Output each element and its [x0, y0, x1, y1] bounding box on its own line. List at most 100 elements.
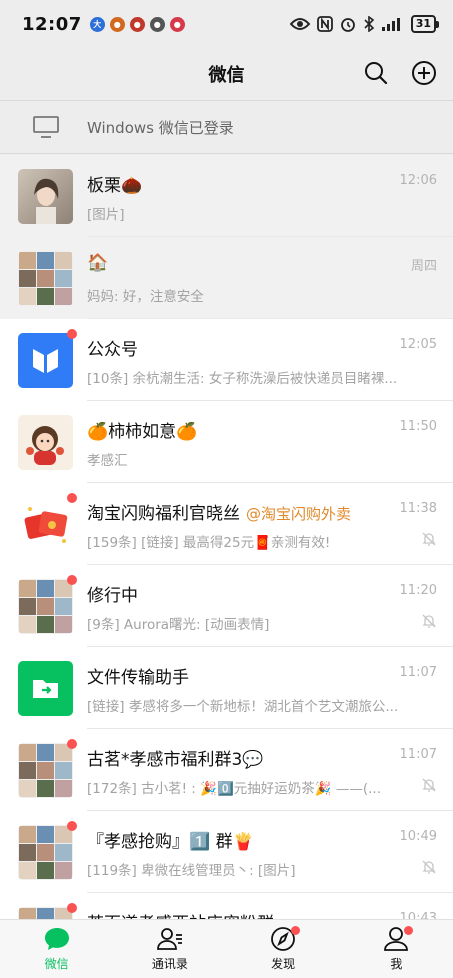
mute-bell-icon: [421, 777, 437, 797]
chat-list-item[interactable]: 公众号 [10条] 余杭潮生活: 女子称洗澡后被快递员目睹裸... 12:05: [0, 319, 453, 401]
chat-body: 『孝感抢购』1️⃣ 群🍟 [119条] 卑微在线管理员丶: [图片] 10:49: [87, 811, 453, 893]
status-indicators: 31: [289, 15, 439, 33]
chat-list-item[interactable]: 修行中 [9条] Aurora曙光: [动画表情] 11:20: [0, 565, 453, 647]
windows-login-text: Windows 微信已登录: [87, 118, 234, 137]
chat-avatar-wrap: [18, 492, 77, 552]
nav-label: 微信: [44, 957, 69, 971]
nav-tab-contacts[interactable]: 通讯录: [113, 920, 226, 978]
chat-list-item[interactable]: 茶百道孝感西站店宠粉群 10:43: [0, 893, 453, 919]
chat-last-message: 妈妈: 好，注意安全: [87, 289, 204, 305]
avatar-photo-portrait: [18, 168, 73, 224]
mute-bell-icon: [421, 613, 437, 633]
add-icon[interactable]: [411, 60, 437, 86]
search-icon[interactable]: [363, 60, 389, 86]
chat-list-item[interactable]: 淘宝闪购福利官晓丝 @淘宝闪购外卖 [159条] [链接] 最高得25元🧧亲测有效!…: [0, 483, 453, 565]
chat-time: 11:07: [399, 747, 437, 762]
unread-dot: [67, 738, 77, 749]
chat-list-item[interactable]: 古茗*孝感市福利群3💬 [172条] 古小茗! : 🎉0️⃣元抽好运奶茶🎉 ——(…: [0, 729, 453, 811]
chat-name-suffix: @淘宝闪购外卖: [246, 505, 352, 523]
nav-label: 发现: [271, 957, 296, 971]
avatar-group-grid: [18, 578, 73, 634]
chat-list-item[interactable]: 🏠 妈妈: 好，注意安全 周四: [0, 237, 453, 319]
chat-last-message: [图片]: [87, 207, 125, 223]
mute-bell-icon: [421, 859, 437, 879]
chat-list-item[interactable]: 🍊柿柿如意🍊 孝感汇 11:50: [0, 401, 453, 483]
chat-name: 🏠: [87, 253, 108, 273]
windows-login-bar[interactable]: Windows 微信已登录: [0, 100, 453, 154]
chat-body: 🏠 妈妈: 好，注意安全 周四: [87, 237, 453, 319]
chat-name: 『孝感抢购』1️⃣ 群🍟: [87, 827, 254, 852]
nav-badge-dot: [404, 926, 414, 935]
chat-list-item[interactable]: 文件传输助手 [链接] 孝感将多一个新地标！湖北首个艺文潮旅公... 11:07: [0, 647, 453, 729]
chat-time: 11:07: [399, 665, 437, 680]
nav-label: 我: [390, 957, 403, 971]
chat-name: 淘宝闪购福利官晓丝 @淘宝闪购外卖: [87, 499, 351, 524]
avatar-cartoon-girl: [18, 414, 73, 470]
app-header: 微信: [0, 48, 453, 100]
chat-last-message: [9条] Aurora曙光: [动画表情]: [87, 617, 270, 633]
chat-name-text: 『孝感抢购』1️⃣ 群🍟: [87, 832, 254, 852]
alarm-icon: [340, 18, 355, 32]
mute-bell-icon: [421, 531, 437, 551]
chat-avatar-wrap: [18, 820, 77, 880]
chat-time: 12:06: [399, 173, 437, 188]
app-icon-e: ●: [169, 16, 185, 32]
contacts-icon: [156, 926, 184, 952]
page-title: 微信: [208, 65, 245, 86]
status-time: 12:07: [22, 13, 82, 35]
chat-list-item[interactable]: 板栗🌰 [图片] 12:06: [0, 155, 453, 237]
nav-tab-me[interactable]: 我: [340, 920, 453, 978]
chat-last-message: [链接] 孝感将多一个新地标！湖北首个艺文潮旅公...: [87, 699, 399, 715]
app-icon-b: ●: [109, 16, 125, 32]
unread-dot: [67, 820, 77, 831]
wechat-screen: 12:07 大 ● ● ● ● 31 微信 Windows 微信已登录 板栗🌰 [图片] 1…: [0, 0, 453, 978]
chat-name: 古茗*孝感市福利群3💬: [87, 745, 263, 770]
chat-avatar-wrap: [18, 574, 77, 634]
chat-time: 10:43: [399, 911, 437, 919]
app-icon-a: 大: [89, 16, 105, 32]
chat-name: 茶百道孝感西站店宠粉群: [87, 909, 274, 919]
chat-body: 文件传输助手 [链接] 孝感将多一个新地标！湖北首个艺文潮旅公... 11:07: [87, 647, 453, 729]
chat-time: 11:38: [399, 501, 437, 516]
signal-icon: [381, 18, 400, 31]
chat-name-text: 公众号: [87, 340, 138, 360]
chat-name-text: 🏠: [87, 253, 109, 273]
avatar-file-transfer: [18, 660, 73, 716]
chat-body: 修行中 [9条] Aurora曙光: [动画表情] 11:20: [87, 565, 453, 647]
chat-body: 古茗*孝感市福利群3💬 [172条] 古小茗! : 🎉0️⃣元抽好运奶茶🎉 ——(…: [87, 729, 453, 811]
chat-avatar-wrap: [18, 738, 77, 798]
chat-name: 文件传输助手: [87, 663, 189, 688]
chat-list-item[interactable]: 『孝感抢购』1️⃣ 群🍟 [119条] 卑微在线管理员丶: [图片] 10:49: [0, 811, 453, 893]
chat-avatar-wrap: [18, 414, 73, 470]
chat-last-message: [10条] 余杭潮生活: 女子称洗澡后被快递员目睹裸...: [87, 371, 398, 387]
app-icon-d: ●: [149, 16, 165, 32]
avatar-group-grid: [18, 250, 73, 306]
chat-avatar-wrap: [18, 660, 73, 716]
avatar-group-grid: [18, 742, 73, 798]
status-app-icons: 大 ● ● ● ●: [89, 16, 185, 32]
nfc-icon: [316, 16, 333, 32]
chat-body: 🍊柿柿如意🍊 孝感汇 11:50: [87, 401, 453, 483]
nav-tab-chat[interactable]: 微信: [0, 920, 113, 978]
chat-name-text: 淘宝闪购福利官晓丝: [87, 504, 240, 524]
chat-icon: [43, 926, 71, 952]
nav-tab-discover[interactable]: 发现: [227, 920, 340, 978]
chat-last-message: [159条] [链接] 最高得25元🧧亲测有效!: [87, 535, 331, 551]
battery-level: 31: [410, 15, 436, 33]
chat-name-text: 板栗🌰: [87, 176, 143, 196]
chat-body: 板栗🌰 [图片] 12:06: [87, 155, 453, 237]
chat-time: 12:05: [399, 337, 437, 352]
nav-label: 通讯录: [151, 957, 188, 971]
avatar-red-envelope: [18, 496, 73, 552]
chat-name-text: 🍊柿柿如意🍊: [87, 422, 198, 442]
bluetooth-icon: [364, 16, 374, 32]
chat-list: 板栗🌰 [图片] 12:06 🏠 妈妈: 好，注意安全 周四 公众号 [10条] 余杭潮生活:…: [0, 155, 453, 919]
chat-name: 🍊柿柿如意🍊: [87, 417, 197, 442]
chat-name: 修行中: [87, 581, 138, 606]
eye-icon: [289, 18, 310, 30]
chat-avatar-wrap: [18, 250, 73, 306]
status-bar: 12:07 大 ● ● ● ● 31: [0, 0, 453, 48]
chat-time: 11:20: [399, 583, 437, 598]
chat-time: 11:50: [399, 419, 437, 434]
unread-dot: [67, 492, 77, 503]
